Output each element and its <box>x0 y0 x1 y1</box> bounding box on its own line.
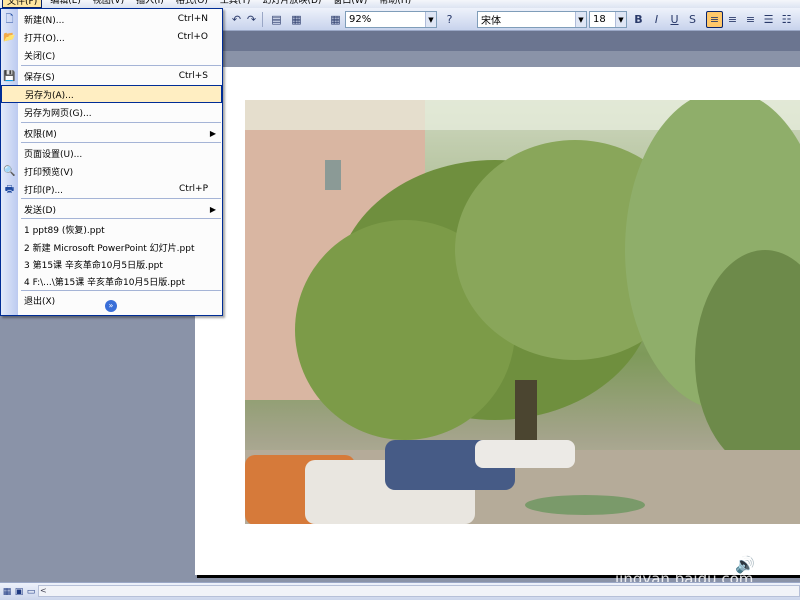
menu-item-save-as[interactable]: 另存为(A)... <box>1 85 222 103</box>
menu-item-save-as-web[interactable]: 另存为网页(G)... <box>1 103 222 121</box>
italic-button[interactable]: I <box>648 11 665 28</box>
grid-icon[interactable]: ▦ <box>327 11 344 28</box>
zoom-combo[interactable]: 92% ▼ <box>345 11 437 28</box>
chevron-down-icon[interactable]: ▼ <box>575 12 586 27</box>
horizontal-scrollbar[interactable]: < <box>38 585 800 597</box>
menu-view[interactable]: 视图(V) <box>89 0 128 8</box>
menu-separator <box>21 142 221 143</box>
zoom-value: 92% <box>349 14 372 25</box>
menu-item-save[interactable]: 💾 保存(S) Ctrl+S <box>1 67 222 85</box>
font-name-value: 宋体 <box>481 16 501 27</box>
distribute-icon[interactable]: ☷ <box>778 11 795 28</box>
menu-separator <box>21 218 221 219</box>
justify-icon[interactable]: ☰ <box>760 11 777 28</box>
menu-item-recent-2[interactable]: 2 新建 Microsoft PowerPoint 幻灯片.ppt <box>1 238 222 256</box>
menu-window[interactable]: 窗口(W) <box>329 0 371 8</box>
scroll-left-icon[interactable]: < <box>40 586 47 595</box>
font-name-combo[interactable]: 宋体 ▼ <box>477 11 587 28</box>
align-center-icon[interactable]: ≡ <box>724 11 741 28</box>
menu-tools[interactable]: 工具(T) <box>216 0 255 8</box>
menu-separator <box>21 65 221 66</box>
menu-edit[interactable]: 编辑(E) <box>46 0 85 8</box>
slide-photo[interactable] <box>245 100 800 524</box>
help-icon[interactable]: ? <box>441 11 458 28</box>
chart-icon[interactable]: ▤ <box>268 11 285 28</box>
submenu-arrow-icon: ▶ <box>209 128 216 138</box>
submenu-arrow-icon: ▶ <box>209 204 216 214</box>
menu-item-recent-1[interactable]: 1 ppt89 (恢复).ppt <box>1 220 222 238</box>
save-disk-icon: 💾 <box>3 70 16 82</box>
underline-button[interactable]: U <box>666 11 683 28</box>
menu-separator <box>21 198 221 199</box>
expand-menu-icon[interactable]: » <box>105 300 117 312</box>
menu-item-close[interactable]: 关闭(C) <box>1 46 222 64</box>
menu-item-print[interactable]: 🖶 打印(P)... Ctrl+P <box>1 180 222 198</box>
new-document-icon: 🗋 <box>5 13 14 25</box>
menu-slideshow[interactable]: 幻灯片放映(D) <box>258 0 325 8</box>
shadow-button[interactable]: S <box>684 11 701 28</box>
printer-icon: 🖶 <box>4 183 15 195</box>
print-preview-icon: 🔍 <box>3 165 16 177</box>
menu-item-recent-3[interactable]: 3 第15课 辛亥革命10月5日版.ppt <box>1 255 222 273</box>
align-right-icon[interactable]: ≡ <box>742 11 759 28</box>
menu-help[interactable]: 帮助(H) <box>375 0 415 8</box>
chevron-down-icon[interactable]: ▼ <box>425 12 436 27</box>
file-menu-dropdown: 🗋 新建(N)... Ctrl+N 📂 打开(O)... Ctrl+O 关闭(C… <box>0 8 223 316</box>
menu-item-send[interactable]: 发送(D) ▶ <box>1 200 222 218</box>
slideshow-view-icon[interactable]: ▭ <box>26 587 36 597</box>
menu-item-permission[interactable]: 权限(M) ▶ <box>1 124 222 142</box>
align-left-icon[interactable]: ≡ <box>706 11 723 28</box>
normal-view-icon[interactable]: ▦ <box>2 587 12 597</box>
bold-button[interactable]: B <box>630 11 647 28</box>
menu-item-open[interactable]: 📂 打开(O)... Ctrl+O <box>1 28 222 46</box>
menu-bar: 文件(F) 编辑(E) 视图(V) 插入(I) 格式(O) 工具(T) 幻灯片放… <box>0 0 800 8</box>
redo-icon[interactable]: ↷ <box>243 11 260 28</box>
menu-item-page-setup[interactable]: 页面设置(U)... <box>1 144 222 162</box>
open-folder-icon: 📂 <box>3 31 16 43</box>
tree-photo-graphic <box>245 100 800 524</box>
toolbar-separator <box>262 12 263 27</box>
font-size-combo[interactable]: 18 ▼ <box>589 11 627 28</box>
font-size-value: 18 <box>593 14 606 25</box>
menu-item-recent-4[interactable]: 4 F:\...\第15课 辛亥革命10月5日版.ppt <box>1 272 222 290</box>
chevron-down-icon[interactable]: ▼ <box>615 12 626 27</box>
menu-item-new[interactable]: 🗋 新建(N)... Ctrl+N <box>1 10 222 28</box>
menu-insert[interactable]: 插入(I) <box>132 0 168 8</box>
slide-canvas[interactable]: 🔊 Bai 经验 jingyan.baidu.com <box>195 67 800 588</box>
sorter-view-icon[interactable]: ▣ <box>14 587 24 597</box>
table-icon[interactable]: ▦ <box>288 11 305 28</box>
watermark-logo-text: Bai 经验 <box>615 528 754 566</box>
baidu-watermark: Bai 经验 jingyan.baidu.com <box>615 522 753 588</box>
menu-format[interactable]: 格式(O) <box>172 0 212 8</box>
menu-item-print-preview[interactable]: 🔍 打印预览(V) <box>1 162 222 180</box>
menu-file[interactable]: 文件(F) <box>2 0 43 8</box>
menu-separator <box>21 122 221 123</box>
